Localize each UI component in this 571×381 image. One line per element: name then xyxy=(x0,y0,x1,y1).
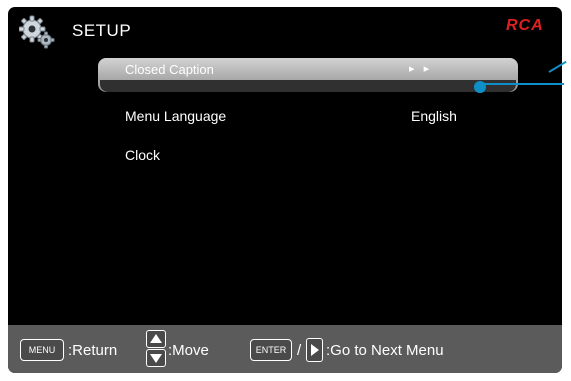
up-arrow-key-icon xyxy=(146,330,166,348)
menu-key: MENU xyxy=(20,339,64,361)
tv-setup-menu: SETUP RCA Closed Caption ▸ ▸ Menu Langua… xyxy=(8,7,562,373)
next-menu-hint: :Go to Next Menu xyxy=(326,342,444,359)
move-hint: :Move xyxy=(168,342,209,359)
menu-item-label: Clock xyxy=(125,147,161,163)
enter-key: ENTER xyxy=(250,339,292,361)
rca-logo: RCA xyxy=(506,17,544,32)
menu-item-value: English xyxy=(411,108,457,124)
menu-item-clock[interactable]: Clock xyxy=(98,138,518,172)
menu-item-label: Closed Caption xyxy=(125,62,214,77)
menu-item-menu-language[interactable]: Menu Language English xyxy=(98,99,518,133)
menu-item-closed-caption[interactable]: Closed Caption ▸ ▸ xyxy=(98,58,518,92)
key-hints-bar: MENU :Return :Move ENTER / :Go to Next M… xyxy=(8,325,562,373)
callout-line xyxy=(480,83,564,85)
svg-text:RCA: RCA xyxy=(506,17,544,32)
menu-item-label: Menu Language xyxy=(125,108,227,124)
down-arrow-key-icon xyxy=(146,349,166,367)
return-hint: :Return xyxy=(68,342,118,359)
slash-separator: / xyxy=(297,342,302,359)
right-arrow-key-icon xyxy=(306,338,323,362)
menu-header: SETUP RCA xyxy=(8,7,562,53)
gear-icon xyxy=(19,15,55,49)
page-title: SETUP xyxy=(72,21,132,40)
submenu-arrows-icon: ▸ ▸ xyxy=(409,63,433,75)
